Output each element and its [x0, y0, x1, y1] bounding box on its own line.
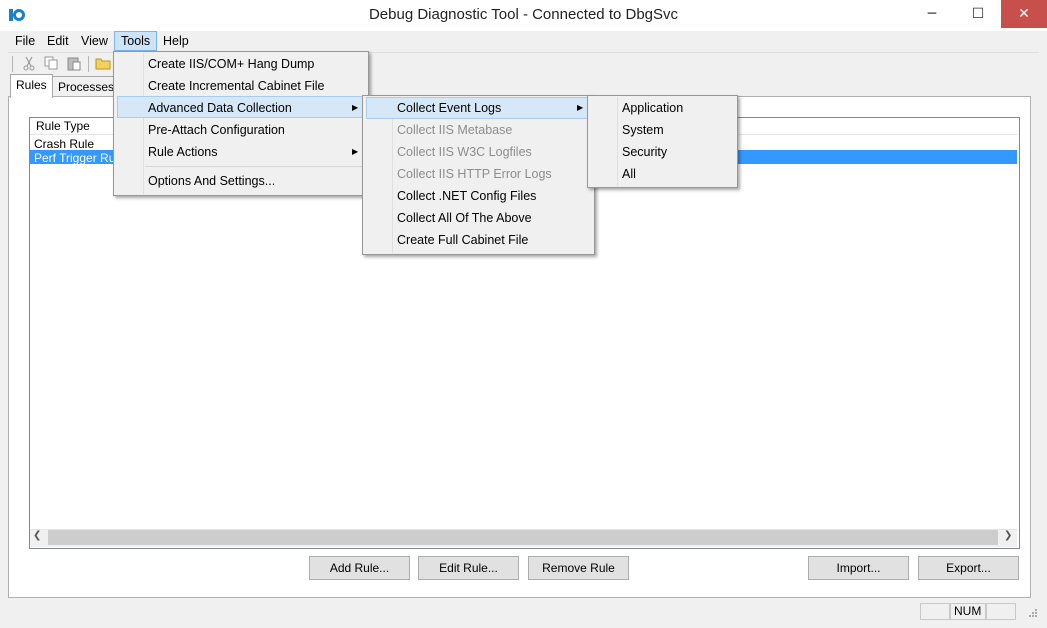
menu-item-collect-iis-http-error-logs: Collect IIS HTTP Error Logs — [397, 167, 552, 181]
tab-rules[interactable]: Rules — [10, 74, 53, 98]
menu-edit[interactable]: Edit — [41, 31, 75, 51]
menu-gutter — [143, 53, 144, 194]
add-rule-button[interactable]: Add Rule... — [309, 556, 410, 580]
window-title: Debug Diagnostic Tool - Connected to Dbg… — [368, 6, 679, 23]
resize-grip-icon[interactable] — [1026, 606, 1038, 618]
submenu-arrow-icon: ▶ — [352, 147, 359, 156]
menu-item-create-incremental-cabinet[interactable]: Create Incremental Cabinet File — [148, 75, 324, 97]
status-pane — [920, 603, 950, 620]
menu-item-rule-actions[interactable]: Rule Actions — [148, 141, 217, 163]
menu-item-security[interactable]: Security — [622, 141, 667, 163]
submenu-arrow-icon: ▶ — [577, 103, 584, 112]
close-button[interactable]: ✕ — [1001, 0, 1047, 28]
open-folder-icon[interactable] — [95, 55, 111, 71]
list-item[interactable]: Perf Trigger Rule — [34, 151, 125, 165]
scrollbar-thumb[interactable] — [48, 530, 998, 545]
event-logs-menu: Application System Security All — [587, 95, 738, 188]
paste-icon[interactable] — [66, 55, 82, 71]
menu-item-collect-net-config-files[interactable]: Collect .NET Config Files — [397, 185, 536, 207]
import-button[interactable]: Import... — [808, 556, 909, 580]
status-pane — [986, 603, 1016, 620]
menu-help[interactable]: Help — [157, 31, 195, 51]
menu-item-options-and-settings[interactable]: Options And Settings... — [148, 170, 275, 192]
toolbar-separator — [88, 56, 89, 72]
menu-item-pre-attach-configuration[interactable]: Pre-Attach Configuration — [148, 119, 285, 141]
minimize-button[interactable]: ─ — [909, 0, 955, 28]
maximize-button[interactable]: ☐ — [955, 0, 1001, 28]
menu-item-system[interactable]: System — [622, 119, 664, 141]
menu-item-all[interactable]: All — [622, 163, 636, 185]
toolbar-separator — [12, 56, 13, 72]
menu-item-collect-iis-w3c-logfiles: Collect IIS W3C Logfiles — [397, 145, 532, 159]
menu-item-collect-iis-metabase: Collect IIS Metabase — [397, 123, 513, 137]
remove-rule-button[interactable]: Remove Rule — [528, 556, 629, 580]
menu-gutter — [617, 97, 618, 186]
menu-tools[interactable]: Tools — [114, 31, 158, 51]
status-bar — [8, 603, 1039, 623]
menu-item-advanced-data-collection[interactable]: Advanced Data Collection — [148, 97, 292, 119]
menu-item-collect-event-logs[interactable]: Collect Event Logs — [397, 97, 501, 119]
tab-processes[interactable]: Processes — [52, 76, 121, 97]
menu-item-create-hang-dump[interactable]: Create IIS/COM+ Hang Dump — [148, 53, 314, 75]
status-num-lock: NUM — [950, 603, 986, 620]
cut-icon[interactable] — [21, 55, 37, 71]
menu-item-create-full-cabinet-file[interactable]: Create Full Cabinet File — [397, 229, 528, 251]
tools-menu: Create IIS/COM+ Hang Dump Create Increme… — [113, 51, 369, 196]
menu-view[interactable]: View — [75, 31, 114, 51]
menu-gutter — [392, 97, 393, 253]
scroll-left-icon[interactable]: ❮ — [33, 530, 41, 541]
scroll-right-icon[interactable]: ❯ — [1004, 530, 1012, 541]
menu-item-application[interactable]: Application — [622, 97, 683, 119]
list-item[interactable]: Crash Rule — [34, 137, 94, 151]
copy-icon[interactable] — [43, 55, 59, 71]
menu-item-collect-all[interactable]: Collect All Of The Above — [397, 207, 532, 229]
submenu-arrow-icon: ▶ — [352, 103, 359, 112]
advanced-data-collection-menu: Collect Event Logs ▶ Collect IIS Metabas… — [362, 95, 595, 255]
menu-separator — [145, 166, 365, 167]
export-button[interactable]: Export... — [918, 556, 1019, 580]
column-header-rule-type[interactable]: Rule Type — [36, 119, 90, 133]
menu-file[interactable]: File — [9, 31, 41, 51]
edit-rule-button[interactable]: Edit Rule... — [418, 556, 519, 580]
